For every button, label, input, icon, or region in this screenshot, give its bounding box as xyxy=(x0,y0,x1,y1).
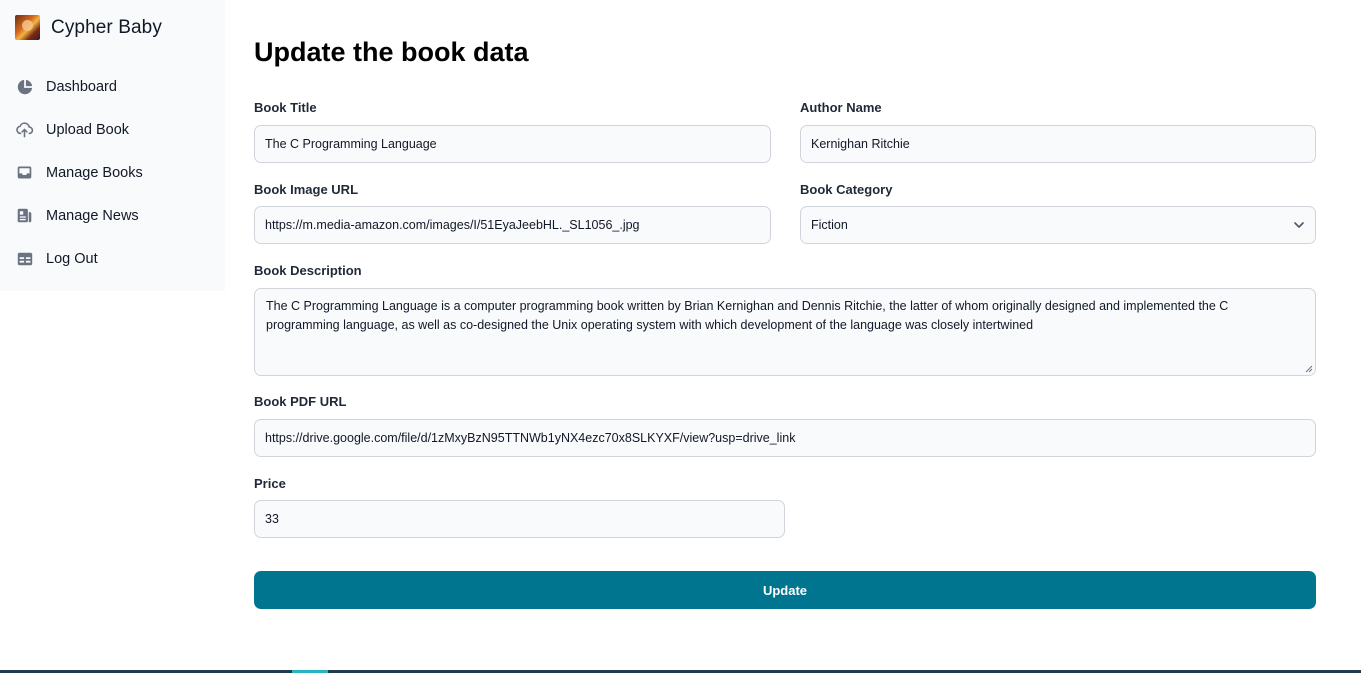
chevron-down-icon xyxy=(1294,222,1304,228)
cloud-upload-icon xyxy=(15,120,34,139)
resize-handle-icon[interactable] xyxy=(1305,365,1313,373)
table-icon xyxy=(15,249,34,268)
book-pdf-url-input[interactable]: https://drive.google.com/file/d/1zMxyBzN… xyxy=(254,419,1316,457)
book-pdf-url-label: Book PDF URL xyxy=(254,394,347,409)
sidebar-item-manage-books[interactable]: Manage Books xyxy=(0,151,225,194)
sidebar: Cypher Baby Dashboard Upload Book Manage… xyxy=(0,0,225,291)
sidebar-item-label: Dashboard xyxy=(46,78,117,95)
sidebar-item-log-out[interactable]: Log Out xyxy=(0,237,225,280)
sidebar-item-manage-news[interactable]: Manage News xyxy=(0,194,225,237)
book-description-text: The C Programming Language is a computer… xyxy=(266,299,1229,332)
sidebar-item-label: Manage Books xyxy=(46,164,143,181)
sidebar-item-label: Upload Book xyxy=(46,121,130,138)
price-input[interactable]: 33 xyxy=(254,500,785,538)
sidebar-item-dashboard[interactable]: Dashboard xyxy=(0,65,225,108)
sidebar-item-label: Log Out xyxy=(46,250,98,267)
book-category-value: Fiction xyxy=(811,218,848,232)
inbox-icon xyxy=(15,163,34,182)
brand[interactable]: Cypher Baby xyxy=(15,15,162,40)
author-name-input[interactable]: Kernighan Ritchie xyxy=(800,125,1316,163)
book-category-label: Book Category xyxy=(800,182,893,197)
update-button[interactable]: Update xyxy=(254,571,1316,609)
price-label: Price xyxy=(254,476,286,491)
author-name-label: Author Name xyxy=(800,100,882,115)
book-image-url-label: Book Image URL xyxy=(254,182,359,197)
book-image-url-input[interactable]: https://m.media-amazon.com/images/I/51Ey… xyxy=(254,206,771,244)
news-icon xyxy=(15,206,34,225)
book-description-textarea[interactable]: The C Programming Language is a computer… xyxy=(254,288,1316,376)
book-title-input[interactable]: The C Programming Language xyxy=(254,125,771,163)
brand-name: Cypher Baby xyxy=(51,16,162,38)
sidebar-nav: Dashboard Upload Book Manage Books Manag… xyxy=(0,65,225,280)
pie-chart-icon xyxy=(15,77,34,96)
book-description-label: Book Description xyxy=(254,263,362,278)
page-title: Update the book data xyxy=(254,37,529,67)
sidebar-item-label: Manage News xyxy=(46,207,139,224)
sidebar-item-upload-book[interactable]: Upload Book xyxy=(0,108,225,151)
book-category-select[interactable]: Fiction xyxy=(800,206,1316,244)
brand-logo xyxy=(15,15,40,40)
book-title-label: Book Title xyxy=(254,100,317,115)
